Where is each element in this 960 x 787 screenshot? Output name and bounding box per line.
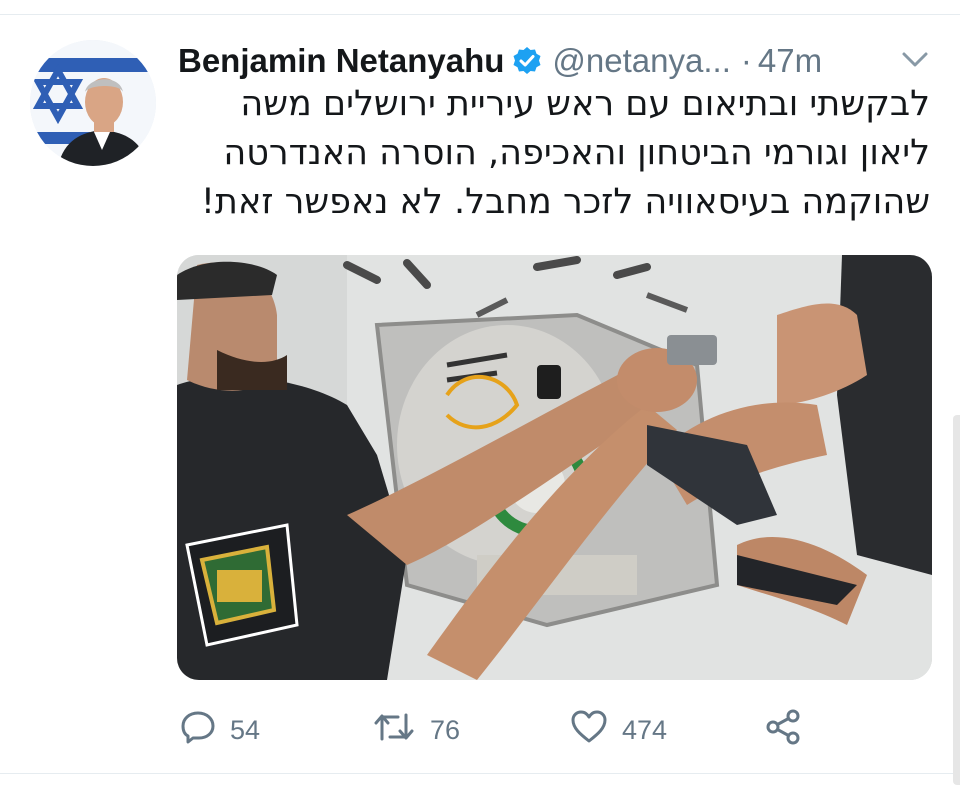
reply-icon [180, 709, 216, 752]
bottom-divider [0, 773, 960, 774]
tweet-text-line: ליאון וגורמי הביטחון והאכיפה, הוסרה האנד… [223, 133, 930, 173]
avatar-image [30, 40, 156, 166]
retweet-button[interactable]: 76 [372, 700, 460, 760]
chevron-down-icon[interactable] [900, 50, 930, 75]
share-icon [764, 708, 802, 753]
photo-image [177, 255, 932, 680]
author-handle[interactable]: @netanya... [552, 42, 730, 80]
tweet-photo[interactable] [177, 255, 932, 680]
verified-badge-icon [512, 46, 542, 76]
retweet-count: 76 [430, 714, 461, 745]
author-name[interactable]: Benjamin Netanyahu [178, 42, 504, 80]
share-button[interactable] [764, 700, 802, 760]
reply-count: 54 [230, 714, 261, 745]
tweet-text: לבקשתי ובתיאום עם ראש עיריית ירושלים משה… [175, 80, 930, 227]
avatar[interactable] [30, 40, 156, 166]
tweet-text-line: לבקשתי ובתיאום עם ראש עיריית ירושלים משה [240, 84, 930, 124]
header-separator: · [740, 42, 752, 79]
like-count: 474 [622, 714, 668, 745]
tweet-text-line: שהוקמה בעיסאוויה לזכר מחבל. לא נאפשר זאת… [200, 182, 930, 222]
retweet-icon [372, 709, 416, 752]
reply-button[interactable]: 54 [180, 700, 260, 760]
tweet-header: Benjamin Netanyahu @netanya... · 47m [178, 36, 822, 86]
like-button[interactable]: 474 [570, 700, 667, 760]
top-divider [0, 14, 960, 15]
heart-icon [570, 709, 608, 752]
tweet-actions: 54 76 474 [180, 700, 940, 760]
tweet-timestamp[interactable]: 47m [758, 42, 822, 80]
scrollbar[interactable] [953, 415, 960, 785]
